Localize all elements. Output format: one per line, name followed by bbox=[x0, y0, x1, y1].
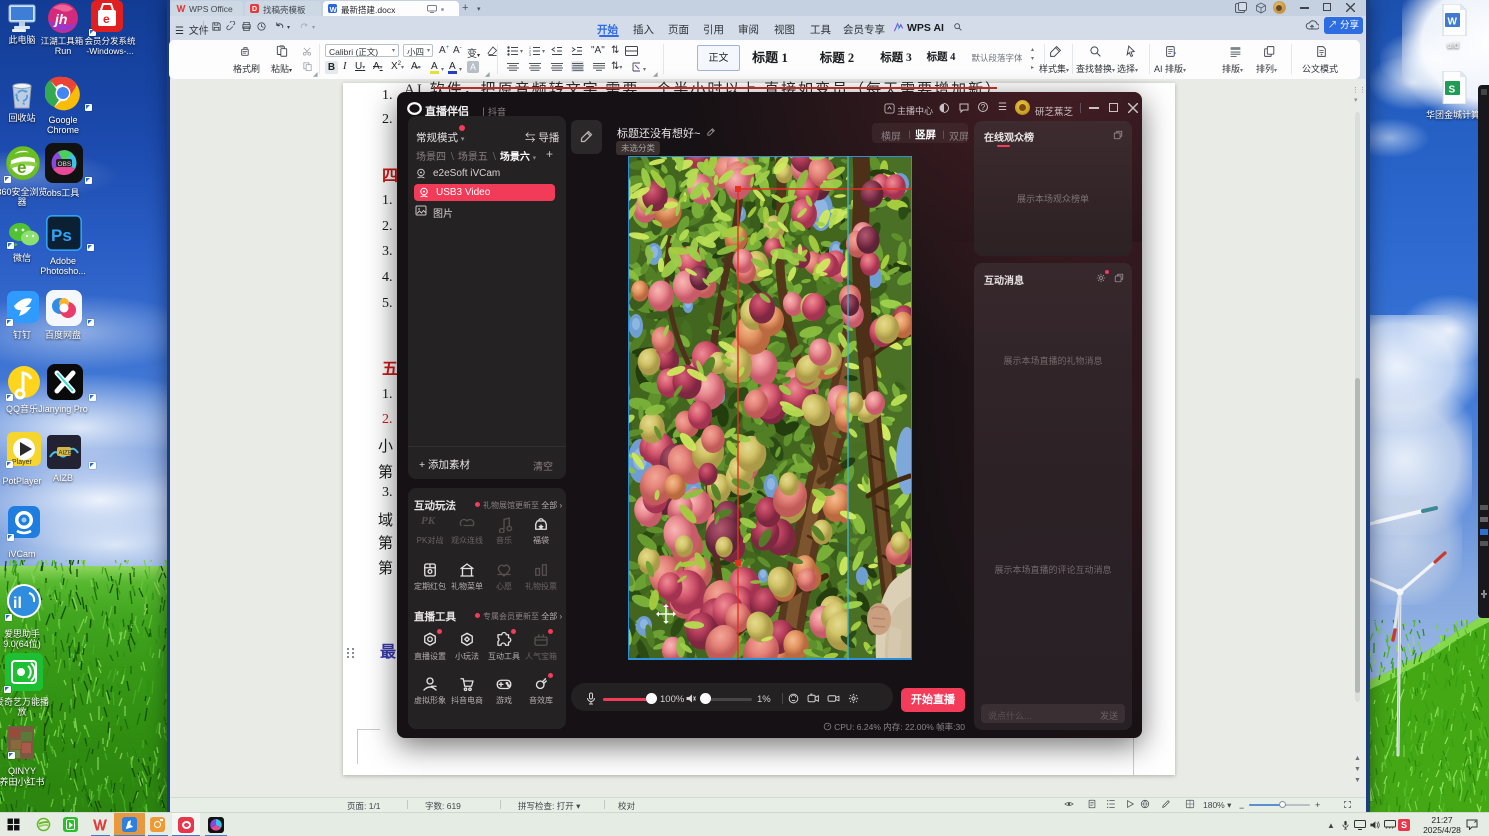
svg-text:e: e bbox=[103, 12, 110, 26]
svg-text:jh: jh bbox=[53, 11, 67, 27]
svg-text:Player: Player bbox=[12, 459, 33, 466]
svg-text:S: S bbox=[1449, 85, 1456, 96]
svg-text:W: W bbox=[1448, 17, 1458, 28]
svg-text:AIZB: AIZB bbox=[59, 451, 72, 457]
svg-text:il: il bbox=[13, 595, 22, 612]
svg-text:e: e bbox=[17, 158, 26, 177]
svg-text:3: 3 bbox=[529, 53, 531, 56]
svg-text:OBS: OBS bbox=[58, 161, 72, 168]
svg-text:Ps: Ps bbox=[51, 226, 72, 245]
